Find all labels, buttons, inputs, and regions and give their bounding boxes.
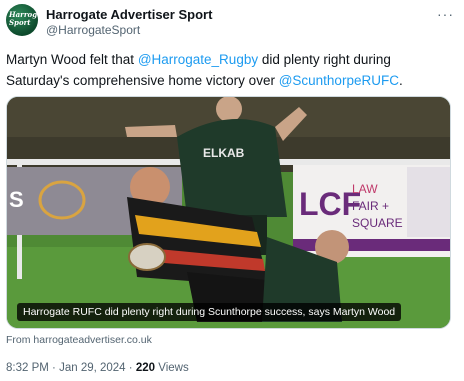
- shirt-sponsor: ELKAB: [203, 146, 245, 160]
- views-count: 220: [135, 362, 156, 374]
- tweet-metadata: 8:32 PM · Jan 29, 2024 · 220 Views: [6, 362, 189, 374]
- tweet-time[interactable]: 8:32 PM: [6, 362, 49, 374]
- board-right-line2: FAIR +: [352, 199, 389, 213]
- views-label: Views: [158, 362, 189, 374]
- link-card-image[interactable]: S LCF LAW FAIR + SQUARE ELKAB Harrogate …: [6, 96, 451, 329]
- mention-harrogate-rugby[interactable]: @Harrogate_Rugby: [138, 52, 258, 67]
- mention-scunthorpe-rufc[interactable]: @ScunthorpeRUFC: [279, 73, 399, 88]
- link-source[interactable]: From harrogateadvertiser.co.uk: [6, 334, 152, 346]
- link-card-headline[interactable]: Harrogate RUFC did plenty right during S…: [17, 303, 402, 321]
- tweet-text-segment: Martyn Wood felt that: [6, 52, 138, 67]
- tweet-text: Martyn Wood felt that @Harrogate_Rugby d…: [6, 49, 458, 91]
- tweet-header: Harrogate Sport Harrogate Advertiser Spo…: [6, 4, 458, 38]
- board-right-line1: LAW: [352, 182, 378, 196]
- board-right-line3: SQUARE: [352, 216, 403, 230]
- rugby-photo: S LCF LAW FAIR + SQUARE ELKAB: [7, 97, 450, 328]
- tweet-date[interactable]: Jan 29, 2024: [59, 362, 126, 374]
- display-name[interactable]: Harrogate Advertiser Sport: [46, 7, 212, 22]
- meta-separator: ·: [52, 362, 56, 374]
- avatar[interactable]: Harrogate Sport: [6, 4, 38, 36]
- board-left-text: S: [9, 187, 24, 212]
- more-options-icon[interactable]: ···: [437, 6, 454, 22]
- account-handle[interactable]: @HarrogateSport: [46, 23, 140, 37]
- avatar-logo-text: Harrogate Sport: [9, 10, 38, 27]
- meta-separator: ·: [128, 362, 133, 374]
- tweet-text-segment: .: [398, 73, 403, 88]
